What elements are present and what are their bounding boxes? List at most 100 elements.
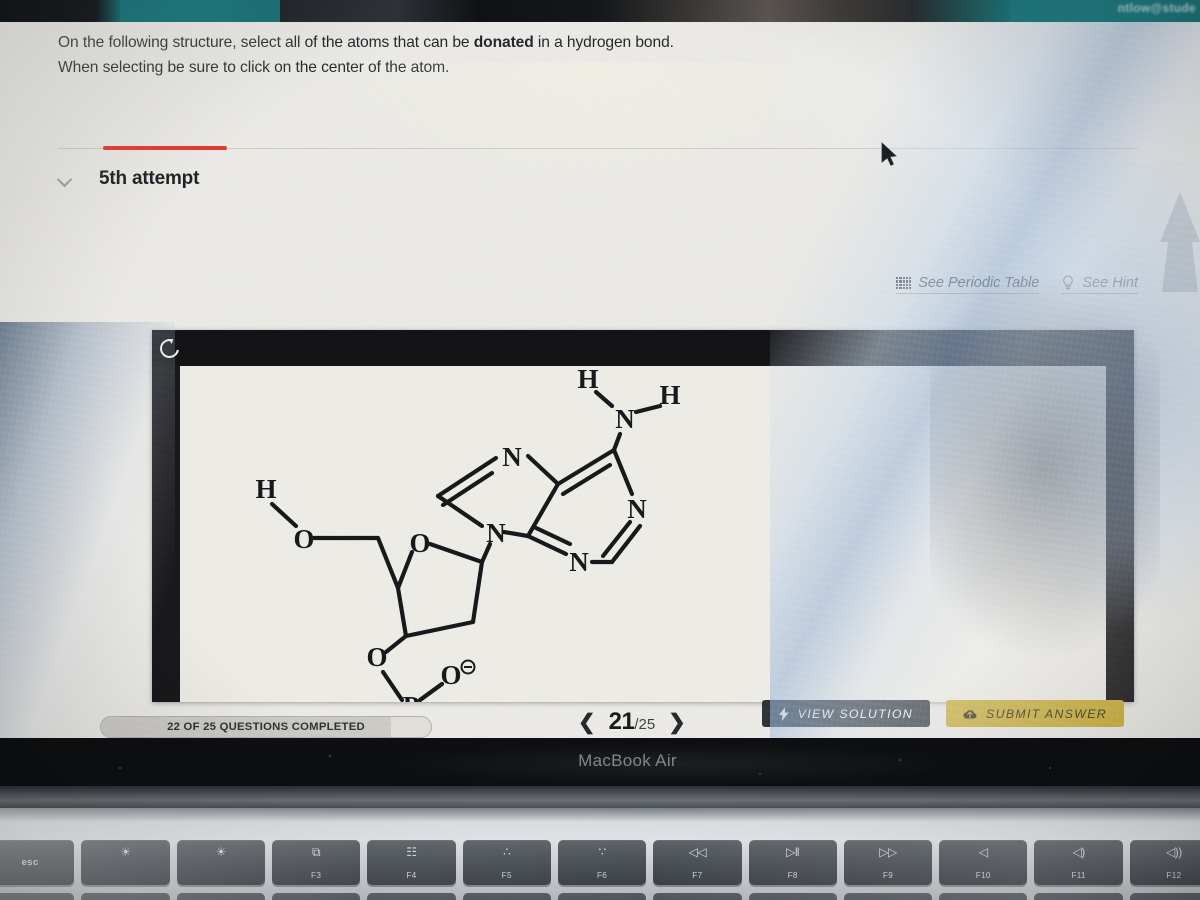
mute-key-label: F10: [975, 871, 991, 880]
launchpad-key[interactable]: ☷ F4: [367, 840, 456, 885]
question-line-1: On the following structure, select all o…: [58, 30, 818, 55]
key-tilde[interactable]: [0, 893, 75, 900]
see-periodic-table-link[interactable]: See Periodic Table: [896, 275, 1040, 294]
molecule-viewer-toolbar: [152, 330, 1134, 366]
rewind-key-glyph: ◁◁: [688, 845, 707, 859]
atom-n1[interactable]: N: [627, 494, 647, 524]
submit-answer-label: SUBMIT ANSWER: [986, 706, 1107, 721]
mouse-cursor-icon: [881, 142, 897, 166]
key-4[interactable]: [367, 893, 456, 900]
atom-n9[interactable]: N: [486, 518, 506, 548]
question-line-2: When selecting be sure to click on the c…: [58, 59, 450, 77]
viewer-right-border: [1106, 366, 1134, 702]
atom-o-furanose-ring[interactable]: O: [409, 528, 430, 558]
key-3[interactable]: [271, 893, 361, 900]
key-7[interactable]: [653, 893, 742, 900]
webpage-screen: On the following structure, select all o…: [0, 22, 1200, 738]
chevron-left-icon[interactable]: ❮: [578, 712, 596, 733]
key-2[interactable]: [176, 893, 265, 900]
rewind-key[interactable]: ◁◁ F7: [653, 840, 742, 885]
keyboard-brightness-up-key-label: F6: [596, 871, 608, 880]
key-0[interactable]: [939, 893, 1028, 900]
keyboard-brightness-up-key[interactable]: ∵ F6: [557, 840, 647, 885]
brightness-up-key[interactable]: ☀: [176, 840, 265, 885]
question-pager: ❮ 21/25 ❯: [578, 708, 686, 736]
see-periodic-table-label: See Periodic Table: [918, 275, 1040, 291]
volume-down-key[interactable]: ◁) F11: [1034, 840, 1123, 885]
chevron-right-icon[interactable]: ❯: [668, 712, 686, 733]
attempt-label: 5th attempt: [99, 168, 200, 189]
brightness-down-key-glyph: ☀: [120, 845, 131, 859]
atom-p-phosphorus[interactable]: P: [403, 691, 420, 702]
volume-up-key[interactable]: ◁)) F12: [1129, 840, 1200, 885]
mission-control-key-glyph: ⧉: [312, 845, 321, 859]
question-prompt: On the following structure, select all o…: [58, 30, 818, 81]
molecule-viewer-panel[interactable]: H O O O P O N N N N N H H: [152, 330, 1134, 702]
launchpad-key-label: F4: [406, 871, 417, 880]
play-pause-key[interactable]: ▷‖ F8: [748, 840, 837, 885]
pager-count: 21/25: [609, 708, 656, 736]
atom-o-anion[interactable]: O: [440, 660, 461, 690]
questions-completed-progress: 22 OF 25 QUESTIONS COMPLETED: [100, 716, 432, 738]
screen-glare-ceiling: [240, 62, 940, 362]
keyboard-brightness-key-label: F5: [501, 871, 512, 880]
atom-label-group[interactable]: H O O O P O N N N N N H H: [255, 366, 680, 702]
screen-glare-topmid: [780, 22, 1120, 282]
fast-forward-key-glyph: ▷▷: [879, 845, 897, 859]
atom-h-amine-right[interactable]: H: [659, 380, 680, 410]
keyboard-brightness-key[interactable]: ∴ F5: [462, 840, 551, 885]
volume-up-key-glyph: ◁)): [1166, 845, 1182, 859]
atom-n7[interactable]: N: [502, 442, 522, 472]
number-key-row: [0, 893, 1200, 900]
see-hint-link[interactable]: See Hint: [1061, 275, 1138, 294]
atom-h-hydroxyl[interactable]: H: [255, 474, 276, 504]
key-minus[interactable]: [1034, 893, 1123, 900]
keyboard-brightness-up-key-glyph: ∵: [598, 845, 606, 859]
atom-n6-amine[interactable]: N: [615, 404, 635, 434]
view-solution-button[interactable]: VIEW SOLUTION: [761, 700, 931, 727]
keyboard-brightness-key-glyph: ∴: [503, 845, 511, 859]
fast-forward-key-label: F9: [882, 871, 894, 880]
key-5[interactable]: [462, 893, 551, 900]
mute-key[interactable]: ◁ F10: [939, 840, 1028, 885]
esc-key-glyph: esc: [21, 856, 39, 868]
lightbulb-icon: [1063, 275, 1074, 290]
mission-control-key-label: F3: [311, 871, 322, 880]
esc-key[interactable]: esc: [0, 840, 75, 885]
lightning-bolt-icon: [778, 706, 789, 721]
submit-answer-button[interactable]: SUBMIT ANSWER: [946, 700, 1124, 727]
attempt-row[interactable]: 5th attempt: [58, 168, 199, 190]
os-bar-ghost-text: ntlow@stude: [1117, 1, 1196, 15]
molecular-structure-svg[interactable]: H O O O P O N N N N N H H: [180, 366, 1106, 702]
see-hint-label: See Hint: [1082, 275, 1138, 291]
chevron-down-icon[interactable]: [58, 172, 73, 187]
key-1[interactable]: [81, 893, 170, 900]
atom-o-hydroxyl[interactable]: O: [293, 524, 314, 554]
attempt-progress-bar: [103, 146, 227, 150]
atom-h-amine-left[interactable]: H: [577, 366, 598, 394]
key-8[interactable]: [748, 893, 837, 900]
pager-current: 21: [608, 708, 635, 735]
fast-forward-key[interactable]: ▷▷ F9: [843, 840, 933, 885]
upload-cloud-icon: [963, 709, 977, 719]
reset-icon[interactable]: [156, 334, 183, 362]
molecule-canvas[interactable]: H O O O P O N N N N N H H: [180, 366, 1106, 702]
key-equals[interactable]: [1129, 893, 1200, 900]
play-pause-key-label: F8: [787, 871, 798, 880]
mute-key-glyph: ◁: [978, 845, 988, 859]
laptop-bottom-bezel: MacBook Air: [0, 738, 1200, 786]
view-solution-label: VIEW SOLUTION: [797, 706, 914, 721]
screen-glare-left: [0, 322, 175, 738]
brightness-down-key[interactable]: ☀: [81, 840, 170, 885]
function-key-row: esc ☀ ☀ ⧉ F3 ☷ F4 ∴ F5 ∵ F6 ◁◁ F7 ▷‖ F8 ▷▷ F9 ◁ F10 ◁) F11 ◁)…: [0, 840, 1200, 892]
key-9[interactable]: [843, 893, 933, 900]
mission-control-key[interactable]: ⧉ F3: [271, 840, 361, 885]
launchpad-key-glyph: ☷: [406, 845, 417, 859]
progress-label: 22 OF 25 QUESTIONS COMPLETED: [167, 721, 365, 733]
macbook-model-label: MacBook Air: [578, 751, 677, 770]
periodic-table-icon: [896, 277, 912, 289]
volume-down-key-glyph: ◁): [1072, 845, 1085, 859]
atom-n3[interactable]: N: [569, 547, 589, 577]
atom-o-phosphoester[interactable]: O: [366, 642, 387, 672]
key-6[interactable]: [557, 893, 647, 900]
